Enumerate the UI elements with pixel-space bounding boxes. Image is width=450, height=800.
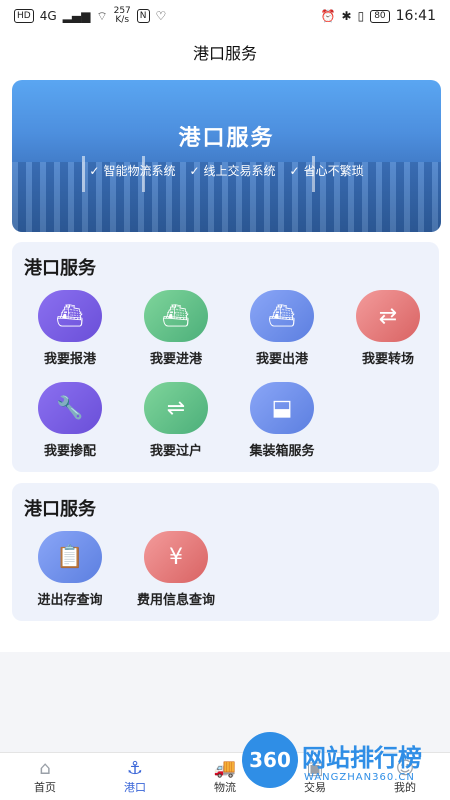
battery-indicator: 80 [370, 9, 390, 23]
card-title: 港口服务 [24, 499, 96, 520]
network-badge: HD [14, 9, 34, 23]
check-icon: ✓ [189, 164, 200, 178]
banner-tags: ✓ 智能物流系统 ✓ 线上交易系统 ✓ 省心不繁琐 [12, 162, 441, 179]
service-label: 费用信息查询 [136, 593, 215, 608]
watermark-circle: 360 [242, 732, 298, 788]
tab-label: 物流 [214, 780, 236, 794]
container-crane-icon: ⬓ [250, 382, 314, 434]
bluetooth-icon: ✱ [341, 9, 352, 23]
service-label: 我要掺配 [43, 444, 96, 459]
anchor-icon: ⚓ [126, 757, 144, 779]
yuan-money-icon: ¥ [144, 531, 208, 583]
main-content: 港口服务 ✓ 智能物流系统 ✓ 线上交易系统 ✓ 省心不繁琐 港口服务 ⛴ 我要报港 … [0, 72, 450, 652]
port-service-card: 港口服务 ⛴ 我要报港 ⛴ 我要进港 ⛴ 我要出港 ⇄ 我要转场 🔧 我要掺配 … [12, 242, 439, 472]
banner-tag: ✓ 线上交易系统 [189, 164, 276, 178]
watermark-title: 网站排行榜 [302, 744, 422, 772]
wrench-icon: 🔧 [38, 382, 102, 434]
wifi-icon: ⌔ [96, 8, 108, 23]
signal-indicator: 4G [39, 9, 57, 23]
banner-title: 港口服务 [178, 126, 275, 151]
page-title: 港口服务 [192, 44, 257, 63]
banner-tag: ✓ 智能物流系统 [89, 164, 176, 178]
ship-exit-icon: ⛴ [250, 290, 314, 342]
ship-enter-icon: ⛴ [144, 290, 208, 342]
watermark-logo: 360 网站排行榜 WANGZHAN360.CN [242, 732, 442, 794]
service-transfer[interactable]: ⇄ 我要转场 [340, 290, 436, 367]
ship-report-icon: ⛴ [38, 290, 102, 342]
alarm-icon: ⏰ [320, 9, 336, 23]
card-title: 港口服务 [24, 258, 96, 279]
nfc-icon: N [136, 9, 150, 23]
vibrate-icon: ▯ [357, 9, 365, 23]
service-inventory-query[interactable]: 📋 进出存查询 [22, 531, 118, 608]
home-icon: ⌂ [39, 757, 51, 779]
truck-icon: 🚚 [213, 757, 237, 779]
net-speed-unit: K/s [115, 15, 130, 25]
service-fee-query[interactable]: ¥ 费用信息查询 [128, 531, 224, 608]
status-left: HD 4G ▂▄▆ ⌔ 257 K/s N ♡ [14, 7, 166, 25]
service-exit-port[interactable]: ⛴ 我要出港 [234, 290, 330, 367]
tab-port[interactable]: ⚓ 港口 [90, 753, 180, 800]
banner-tag: ✓ 省心不繁琐 [289, 164, 364, 178]
service-ownership-transfer[interactable]: ⇌ 我要过户 [128, 382, 224, 459]
service-container[interactable]: ⬓ 集装箱服务 [234, 382, 330, 459]
service-label: 我要转场 [361, 352, 414, 367]
service-enter-port[interactable]: ⛴ 我要进港 [128, 290, 224, 367]
tab-label: 首页 [34, 780, 56, 794]
banner[interactable]: 港口服务 ✓ 智能物流系统 ✓ 线上交易系统 ✓ 省心不繁琐 [12, 80, 441, 232]
heart-icon: ♡ [155, 9, 167, 23]
transfer-icon: ⇄ [356, 290, 420, 342]
service-label: 我要进港 [149, 352, 202, 367]
watermark-subtitle: WANGZHAN360.CN [304, 772, 415, 783]
status-right: ⏰ ✱ ▯ 80 16:41 [321, 8, 436, 24]
status-bar: HD 4G ▂▄▆ ⌔ 257 K/s N ♡ ⏰ ✱ ▯ 80 16:41 [0, 0, 450, 32]
query-service-card: 港口服务 📋 进出存查询 ¥ 费用信息查询 [12, 483, 439, 621]
service-label: 我要过户 [149, 444, 202, 459]
clipboard-icon: 📋 [38, 531, 102, 583]
service-label: 我要出港 [255, 352, 308, 367]
tab-label: 港口 [124, 780, 146, 794]
signal-bars-icon: ▂▄▆ [62, 9, 91, 23]
check-icon: ✓ [89, 164, 100, 178]
service-label: 进出存查询 [37, 593, 103, 608]
service-label: 集装箱服务 [249, 444, 315, 459]
service-label: 我要报港 [43, 352, 96, 367]
service-blending[interactable]: 🔧 我要掺配 [22, 382, 118, 459]
net-speed: 257 K/s [114, 7, 131, 25]
tab-home[interactable]: ⌂ 首页 [0, 753, 90, 800]
service-report-port[interactable]: ⛴ 我要报港 [22, 290, 118, 367]
swap-arrows-icon: ⇌ [144, 382, 208, 434]
check-icon: ✓ [289, 164, 300, 178]
clock: 16:41 [395, 8, 436, 24]
page-header: 港口服务 [0, 32, 450, 72]
